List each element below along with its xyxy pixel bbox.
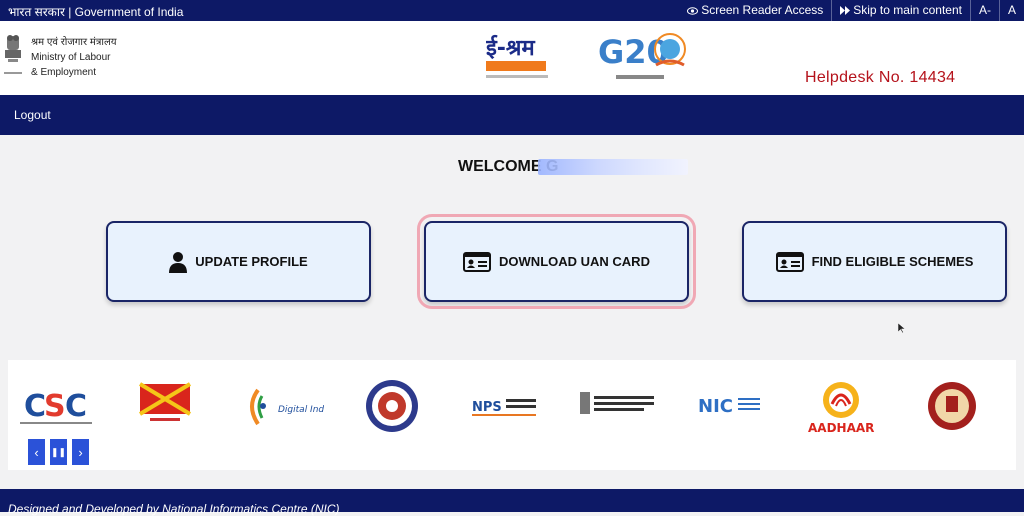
site-footer: Designed and Developed by National Infor… bbox=[0, 489, 1024, 516]
nps-logo[interactable]: NPS bbox=[470, 394, 538, 418]
digital-india-logo[interactable]: Digital India bbox=[244, 384, 324, 428]
font-decrease-button[interactable]: A- bbox=[969, 0, 999, 21]
eshram-logo: ई-श्रम bbox=[486, 34, 548, 78]
aadhaar-logo[interactable]: AADHAAR bbox=[802, 378, 880, 436]
nav-bar: Logout bbox=[0, 95, 1024, 135]
india-post-logo[interactable] bbox=[130, 378, 200, 426]
nic-logo[interactable]: NIC bbox=[698, 392, 762, 420]
ministry-line2: & Employment bbox=[31, 67, 97, 78]
carousel-pause-button[interactable]: ❚❚ bbox=[50, 439, 67, 465]
screen-reader-label: Screen Reader Access bbox=[701, 3, 824, 17]
eye-icon bbox=[687, 6, 699, 15]
ministry-line1: Ministry of Labour bbox=[31, 52, 111, 63]
update-profile-label: UPDATE PROFILE bbox=[195, 254, 308, 269]
username-redacted bbox=[538, 159, 688, 175]
screen-reader-link[interactable]: Screen Reader Access bbox=[679, 0, 831, 21]
svg-text:Digital India: Digital India bbox=[278, 405, 324, 415]
user-icon bbox=[169, 251, 188, 273]
accessibility-links: Screen Reader Access Skip to main conten… bbox=[679, 0, 1024, 21]
eshram-logo-text: ई-श्रम bbox=[486, 34, 536, 61]
csc-logo[interactable]: CSC bbox=[20, 384, 92, 428]
svg-text:NPS: NPS bbox=[472, 400, 502, 415]
carousel-next-button[interactable]: › bbox=[72, 439, 89, 465]
ministry-labour-logo[interactable] bbox=[578, 390, 658, 420]
svg-text:NIC: NIC bbox=[698, 396, 733, 417]
svg-text:C: C bbox=[65, 389, 87, 424]
update-profile-button[interactable]: UPDATE PROFILE bbox=[106, 221, 371, 302]
gov-label: भारत सरकार | Government of India bbox=[8, 5, 184, 19]
footer-credit: Designed and Developed by National Infor… bbox=[8, 502, 340, 516]
svg-text:AADHAAR: AADHAAR bbox=[808, 421, 874, 435]
mouse-cursor-icon bbox=[898, 323, 906, 333]
id-card-icon bbox=[463, 251, 492, 272]
top-bar: भारत सरकार | Government of India Screen … bbox=[0, 0, 1024, 21]
logout-link[interactable]: Logout bbox=[14, 108, 51, 122]
ministry-title: श्रम एवं रोजगार मंत्रालय Ministry of Lab… bbox=[31, 35, 117, 80]
helpdesk-number: Helpdesk No. 14434 bbox=[805, 69, 956, 86]
national-emblem-icon bbox=[4, 35, 22, 74]
download-uan-card-label: DOWNLOAD UAN CARD bbox=[499, 254, 650, 269]
esic-logo[interactable] bbox=[926, 380, 978, 432]
download-uan-card-button[interactable]: DOWNLOAD UAN CARD bbox=[417, 214, 696, 309]
find-eligible-schemes-button[interactable]: FIND ELIGIBLE SCHEMES bbox=[742, 221, 1007, 302]
skip-main-link[interactable]: Skip to main content bbox=[831, 0, 970, 21]
svg-text:S: S bbox=[44, 389, 66, 424]
id-card-icon bbox=[775, 251, 804, 272]
skip-arrow-icon bbox=[840, 6, 851, 15]
g20-logo: G20 bbox=[598, 33, 686, 79]
epfo-logo[interactable] bbox=[364, 378, 420, 434]
svg-text:C: C bbox=[24, 389, 46, 424]
ministry-hindi: श्रम एवं रोजगार मंत्रालय bbox=[31, 37, 117, 48]
carousel-prev-button[interactable]: ‹ bbox=[28, 439, 45, 465]
skip-main-label: Skip to main content bbox=[853, 3, 962, 17]
find-eligible-schemes-label: FIND ELIGIBLE SCHEMES bbox=[811, 254, 974, 269]
font-normal-button[interactable]: A bbox=[998, 0, 1024, 21]
